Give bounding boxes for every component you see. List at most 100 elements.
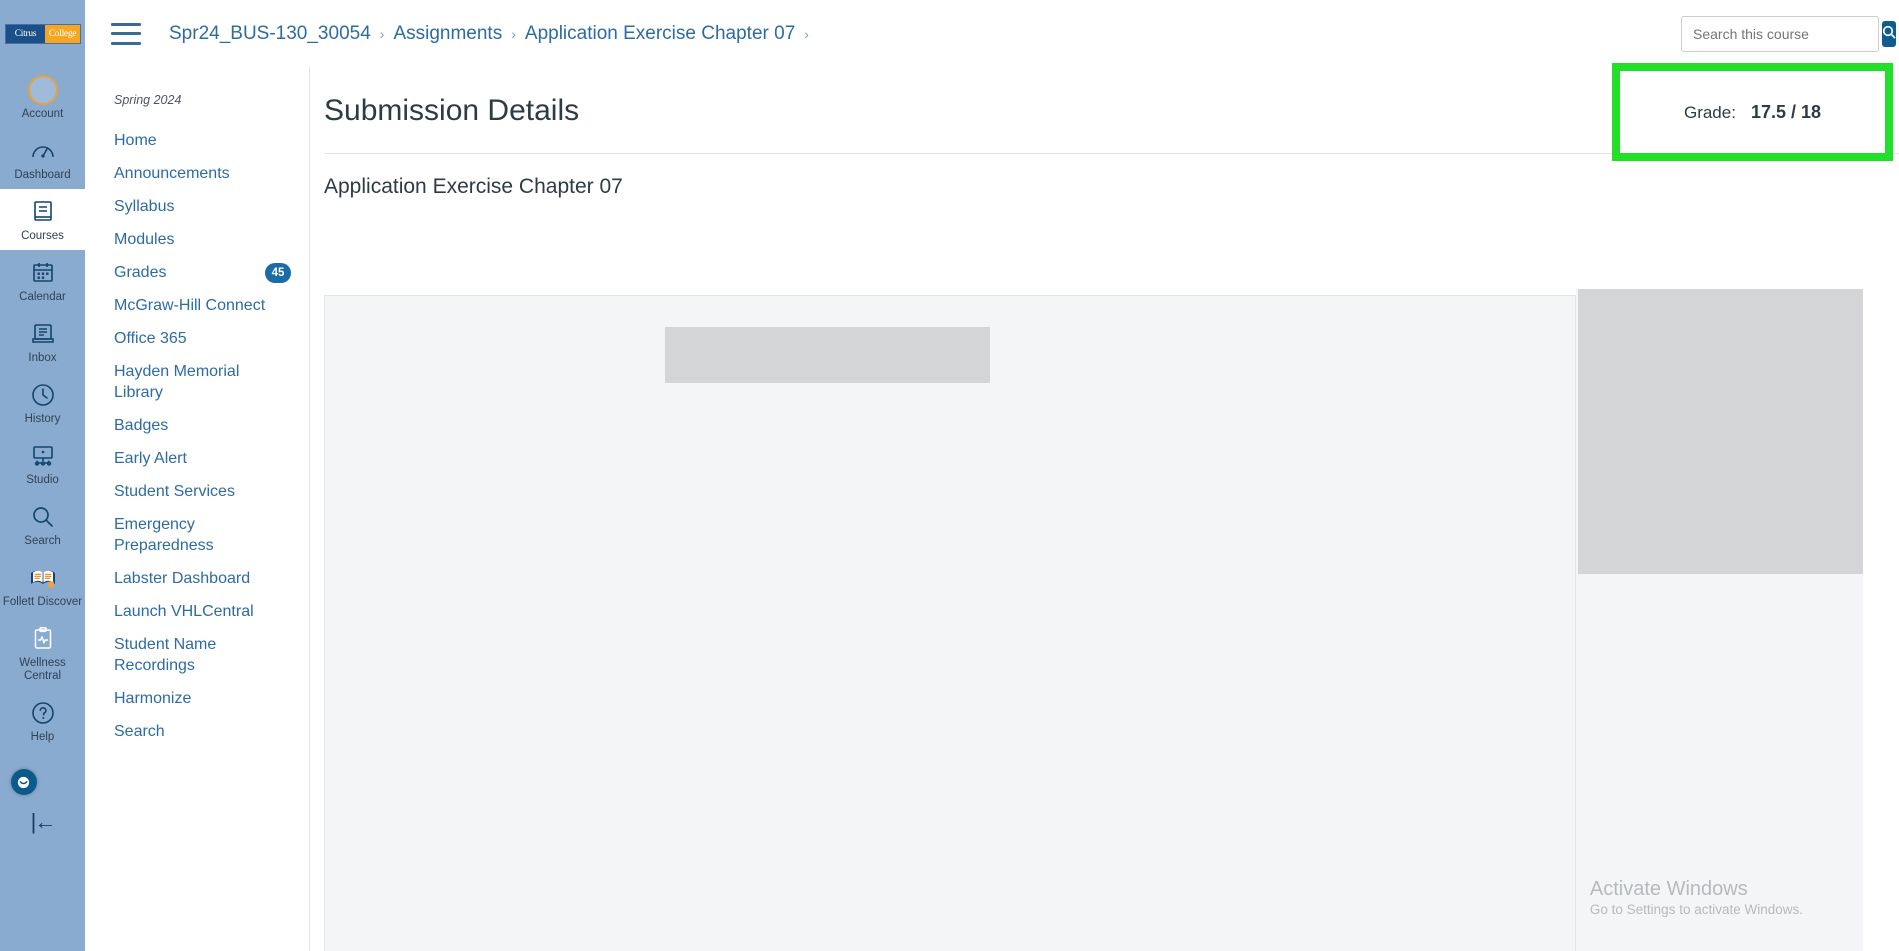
sidebar-item-search[interactable]: Search [85,715,309,748]
term-label: Spring 2024 [114,93,182,107]
hamburger-menu-icon[interactable] [111,22,141,45]
citrus-college-logo[interactable]: Citrus College [4,23,82,45]
global-nav-item-studio[interactable]: Studio [0,433,85,494]
watermark-title: Activate Windows [1589,878,1748,900]
logo-text-college: College [45,25,80,43]
redacted-side-block [1578,289,1863,574]
redacted-content-block [665,327,990,383]
sidebar-label-syllabus: Syllabus [114,198,175,215]
global-nav-item-help[interactable]: Help [0,690,85,751]
sidebar-item-office-365[interactable]: Office 365 [85,322,309,355]
breadcrumb-assignments[interactable]: Assignments [393,23,502,45]
main-content: Submission Details Application Exercise … [310,67,1899,951]
sidebar-item-home[interactable]: Home [85,124,309,157]
question-circle-icon [28,698,58,728]
global-nav-item-courses[interactable]: Courses [0,189,85,250]
grade-label: Grade: [1683,102,1736,122]
global-nav-label-courses: Courses [21,230,64,242]
sidebar-item-grades[interactable]: Grades 45 [85,256,309,289]
top-bar: Spr24_BUS-130_30054 › Assignments › Appl… [85,0,1899,67]
grade-value: 17.5 / 18 [1750,101,1822,122]
sidebar-label-home: Home [114,132,157,149]
submission-preview[interactable] [324,295,1576,951]
global-nav-label-studio: Studio [26,474,59,486]
windows-activation-watermark: Activate Windows Go to Settings to activ… [1590,877,1803,919]
logo-text-citrus: Citrus [5,25,46,43]
open-book-icon [28,563,58,593]
clock-icon [28,380,58,410]
inbox-icon [28,319,58,349]
watermark-subtitle: Go to Settings to activate Windows. [1589,902,1803,917]
magnifier-icon [28,502,58,532]
avatar-icon [27,75,58,105]
global-nav-label-dashboard: Dashboard [14,169,71,181]
sidebar-label-labster-dashboard: Labster Dashboard [114,570,251,587]
sidebar-label-hayden-memorial-library: Hayden Memorial Library [114,363,240,401]
global-nav-item-dashboard[interactable]: Dashboard [0,128,85,189]
search-button[interactable] [1882,20,1896,47]
search-input[interactable] [1682,25,1882,42]
sidebar-item-harmonize[interactable]: Harmonize [85,682,309,715]
breadcrumb-separator-icon: › [511,25,516,42]
sidebar-item-announcements[interactable]: Announcements [85,157,309,190]
global-nav-item-wellness-central[interactable]: Wellness Central [0,616,85,690]
global-nav-label-wellness-central: Wellness Central [19,657,66,682]
collapse-left-icon[interactable]: |← [31,811,57,833]
sidebar-item-early-alert[interactable]: Early Alert [85,442,309,475]
global-nav-label-history: History [24,413,61,425]
breadcrumb-course[interactable]: Spr24_BUS-130_30054 [169,23,371,45]
global-nav-label-account: Account [21,108,64,120]
course-navigation: Spring 2024 Home Announcements Syllabus … [85,67,310,951]
page-root: Citrus College Account Dashboard Courses [0,0,1899,951]
sidebar-label-student-services: Student Services [114,483,235,500]
global-navigation: Citrus College Account Dashboard Courses [0,0,85,951]
sidebar-item-mcgraw-hill-connect[interactable]: McGraw-Hill Connect [85,289,309,322]
global-nav-label-search: Search [24,535,61,547]
global-nav-item-history[interactable]: History [0,372,85,433]
sidebar-label-announcements: Announcements [114,165,230,182]
sidebar-item-student-name-recordings[interactable]: Student Name Recordings [85,628,309,682]
sidebar-item-labster-dashboard[interactable]: Labster Dashboard [85,562,309,595]
chat-bubble-icon[interactable] [10,769,37,795]
global-nav-label-inbox: Inbox [28,352,57,364]
sidebar-item-badges[interactable]: Badges [85,409,309,442]
global-nav-item-account[interactable]: Account [0,67,85,128]
sidebar-label-student-name-recordings: Student Name Recordings [114,636,217,674]
dashboard-icon [28,136,58,166]
course-search[interactable] [1681,15,1896,52]
sidebar-label-harmonize: Harmonize [114,690,192,707]
sidebar-label-badges: Badges [114,417,169,434]
sidebar-item-launch-vhlcentral[interactable]: Launch VHLCentral [85,595,309,628]
sidebar-item-emergency-preparedness[interactable]: Emergency Preparedness [85,508,309,562]
sidebar-item-syllabus[interactable]: Syllabus [85,190,309,223]
sidebar-label-launch-vhlcentral: Launch VHLCentral [114,603,254,620]
clipboard-pulse-icon [28,624,58,654]
sidebar-label-emergency-preparedness: Emergency Preparedness [114,516,214,554]
sidebar-label-office-365: Office 365 [114,330,187,347]
sidebar-label-search: Search [114,723,165,740]
global-nav-item-search[interactable]: Search [0,494,85,555]
breadcrumb-separator-icon: › [379,25,385,42]
breadcrumb-separator-icon: › [804,25,809,42]
sidebar-label-early-alert: Early Alert [114,450,187,467]
breadcrumb-assignment[interactable]: Application Exercise Chapter 07 [525,23,795,45]
sidebar-label-modules: Modules [114,231,175,248]
breadcrumb: Spr24_BUS-130_30054 › Assignments › Appl… [169,23,818,45]
global-nav-item-inbox[interactable]: Inbox [0,311,85,372]
sidebar-label-grades: Grades [114,264,167,281]
sidebar-item-hayden-memorial-library[interactable]: Hayden Memorial Library [85,355,309,409]
grade-highlight-box: Grade: 17.5 / 18 [1612,63,1893,161]
global-nav-label-help: Help [30,731,55,743]
global-nav-item-calendar[interactable]: Calendar [0,250,85,311]
global-nav-item-follett-discover[interactable]: Follett Discover [0,555,85,616]
sidebar-item-modules[interactable]: Modules [85,223,309,256]
status-badge: 45 [265,263,291,283]
global-nav-label-calendar: Calendar [19,291,66,303]
courses-icon [28,197,58,227]
studio-icon [28,441,58,471]
calendar-icon [28,258,58,288]
search-icon [1882,25,1896,42]
sidebar-label-mcgraw-hill-connect: McGraw-Hill Connect [114,297,266,314]
sidebar-item-student-services[interactable]: Student Services [85,475,309,508]
global-nav-label-follett-discover: Follett Discover [2,596,83,608]
